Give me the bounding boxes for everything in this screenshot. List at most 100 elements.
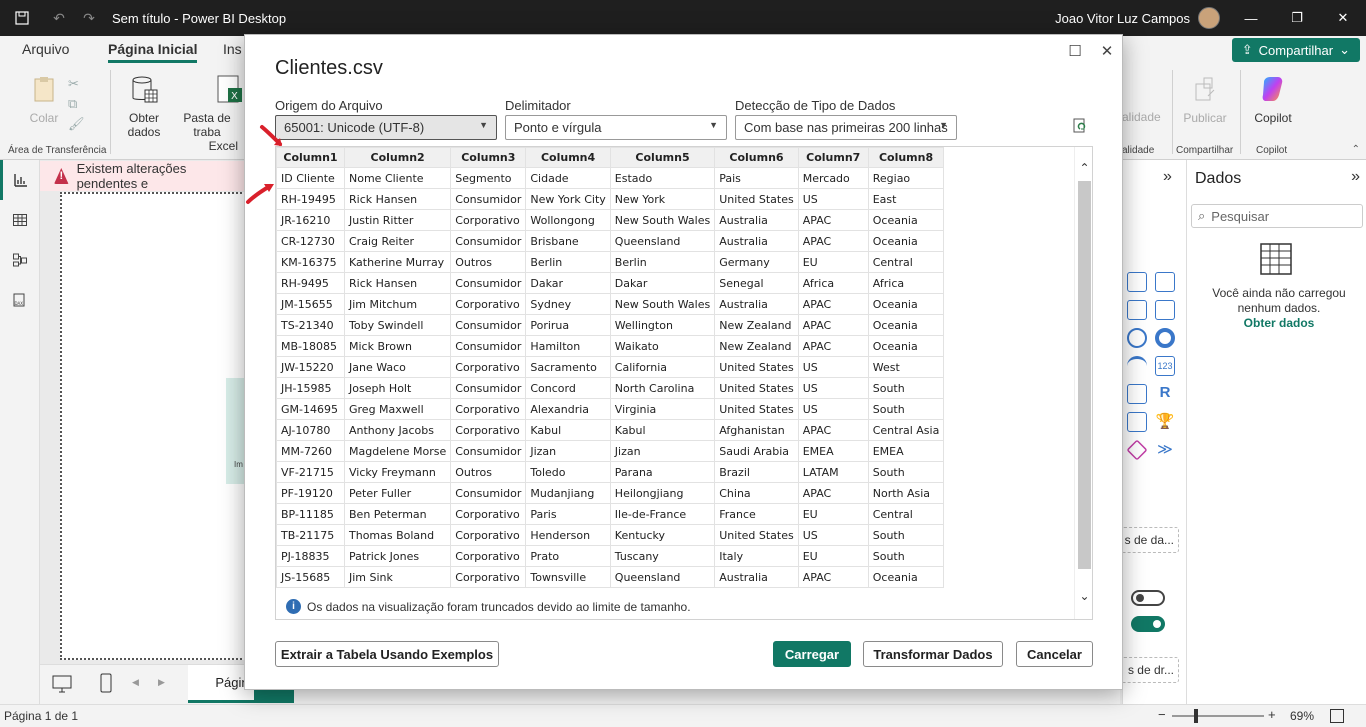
next-page-icon[interactable]: ▶: [158, 677, 165, 688]
file-origin-select[interactable]: 65001: Unicode (UTF-8) ▼: [275, 115, 497, 140]
extract-table-button[interactable]: Extrair a Tabela Usando Exemplos: [275, 641, 499, 667]
delimiter-select[interactable]: Ponto e vírgula ▼: [505, 115, 727, 140]
annotation-arrow: [260, 125, 282, 146]
dialog-title: Clientes.csv: [275, 57, 383, 79]
load-button[interactable]: Carregar: [773, 641, 851, 667]
line-column-icon[interactable]: [1127, 300, 1147, 320]
data-search-input[interactable]: ⌕ Pesquisar: [1191, 204, 1363, 228]
table-cell: Saudi Arabia: [714, 440, 799, 462]
table-cell: TS-21340: [276, 314, 345, 336]
vertical-scrollbar[interactable]: ⌃ ⌄: [1074, 147, 1092, 619]
divider: [1172, 70, 1173, 154]
table-cell: United States: [714, 524, 799, 546]
scroll-down-icon[interactable]: ⌄: [1075, 589, 1092, 603]
zoom-in-icon[interactable]: +: [1268, 707, 1276, 722]
r-script-icon[interactable]: R: [1155, 384, 1175, 404]
toggle-off[interactable]: [1131, 590, 1165, 606]
table-cell: APAC: [797, 566, 869, 588]
table-view-icon[interactable]: [0, 200, 39, 240]
zoom-out-icon[interactable]: −: [1158, 707, 1166, 722]
table-cell: Corporativo: [450, 524, 527, 546]
pie-chart-icon[interactable]: [1127, 328, 1147, 348]
paste-button[interactable]: Colar: [24, 74, 64, 125]
save-icon[interactable]: [0, 11, 44, 25]
donut-chart-icon[interactable]: [1155, 328, 1175, 348]
column-header: Column1: [276, 147, 345, 168]
get-data-label-2: dados: [127, 125, 161, 139]
minimize-icon[interactable]: —: [1228, 0, 1274, 36]
stacked-bar-icon[interactable]: [1127, 272, 1147, 292]
table-cell: Outros: [450, 251, 527, 273]
tab-arquivo[interactable]: Arquivo: [22, 41, 69, 57]
collapse-ribbon-icon[interactable]: ⌃: [1352, 144, 1360, 155]
copy-icon[interactable]: ⧉: [68, 94, 85, 114]
power-automate-icon[interactable]: ≫: [1155, 440, 1175, 460]
excel-workbook-button[interactable]: X Pasta de traba Excel: [170, 74, 244, 153]
table-row: JW-15220 Jane Waco Corporativo Sacramento Ca…: [276, 356, 945, 378]
cut-icon[interactable]: ✂: [68, 74, 85, 94]
table-cell: Porirua: [525, 314, 611, 336]
avatar[interactable]: [1198, 7, 1220, 29]
table-cell: Peter Fuller: [343, 482, 452, 504]
restore-icon[interactable]: ❐: [1274, 0, 1320, 36]
table-cell: Virginia: [609, 398, 716, 420]
close-window-icon[interactable]: ✕: [1320, 0, 1366, 36]
ribbon-chart-icon[interactable]: [1155, 300, 1175, 320]
report-view-icon[interactable]: [0, 160, 39, 200]
share-label: Compartilhar: [1258, 42, 1334, 58]
drill-through-field[interactable]: s de da...: [1121, 527, 1179, 553]
table-cell: Outros: [450, 461, 527, 483]
collapse-data-icon[interactable]: »: [1351, 168, 1360, 186]
redo-icon[interactable]: ↷: [74, 10, 104, 27]
close-icon[interactable]: ✕: [1097, 41, 1117, 61]
share-button[interactable]: ⇪ Compartilhar ⌄: [1231, 38, 1360, 62]
prev-page-icon[interactable]: ◀: [132, 677, 139, 688]
zoom-slider-thumb[interactable]: [1194, 709, 1198, 723]
matrix-icon[interactable]: [1127, 384, 1147, 404]
table-row: AJ-10780 Anthony Jacobs Corporativo Kabul Ka…: [276, 419, 945, 441]
report-canvas[interactable]: [60, 192, 246, 660]
stacked-column-icon[interactable]: [1155, 272, 1175, 292]
table-cell: Parana: [609, 461, 716, 483]
table-cell: CR-12730: [276, 230, 345, 252]
status-bar: Página 1 de 1 − + 69%: [0, 704, 1366, 727]
get-data-link[interactable]: Obter dados: [1197, 316, 1361, 331]
tab-pagina-inicial[interactable]: Página Inicial: [108, 41, 198, 63]
table-cell: South: [867, 377, 945, 399]
scroll-up-icon[interactable]: ⌃: [1075, 161, 1092, 175]
scrollbar-thumb[interactable]: [1078, 181, 1091, 569]
undo-icon[interactable]: ↶: [44, 10, 74, 27]
power-apps-icon[interactable]: [1126, 439, 1148, 461]
annotation-arrow: [246, 184, 274, 204]
refresh-preview-icon[interactable]: [1071, 117, 1089, 135]
drill-through-field-2[interactable]: s de dr...: [1121, 657, 1179, 683]
desktop-layout-icon[interactable]: [52, 675, 72, 696]
fit-to-page-icon[interactable]: [1330, 709, 1344, 723]
transform-data-label: Transformar Dados: [873, 646, 993, 662]
table-row: GM-14695 Greg Maxwell Corporativo Alexandri…: [276, 398, 945, 420]
copilot-button[interactable]: Copilot: [1246, 74, 1300, 125]
table-row: PJ-18835 Patrick Jones Corporativo Prato Tus…: [276, 545, 945, 567]
model-view-icon[interactable]: [0, 240, 39, 280]
mobile-layout-icon[interactable]: [100, 673, 112, 696]
zoom-slider[interactable]: [1172, 709, 1264, 723]
maximize-icon[interactable]: ☐: [1065, 41, 1085, 61]
cancel-button[interactable]: Cancelar: [1016, 641, 1093, 667]
paginated-report-icon[interactable]: [1127, 412, 1147, 432]
dax-query-view-icon[interactable]: DAX: [0, 280, 39, 320]
collapse-viz-icon[interactable]: »: [1163, 168, 1172, 186]
card-icon[interactable]: 123: [1155, 356, 1175, 376]
table-cell: Consumidor: [450, 188, 527, 210]
type-detection-select[interactable]: Com base nas primeiras 200 linhas ▼: [735, 115, 957, 140]
table-cell: EMEA: [867, 440, 945, 462]
get-data-button[interactable]: Obter dados: [118, 74, 170, 139]
publish-button[interactable]: Publicar: [1178, 74, 1232, 125]
toggle-on[interactable]: [1131, 616, 1165, 632]
table-cell: MM-7260: [276, 440, 345, 462]
gauge-icon[interactable]: [1127, 356, 1147, 376]
format-painter-icon[interactable]: 🖌: [68, 114, 85, 134]
tab-inserir[interactable]: Ins: [223, 41, 242, 57]
user-name[interactable]: Joao Vitor Luz Campos: [1055, 11, 1190, 26]
transform-data-button[interactable]: Transformar Dados: [863, 641, 1003, 667]
trophy-icon[interactable]: 🏆: [1155, 412, 1175, 432]
